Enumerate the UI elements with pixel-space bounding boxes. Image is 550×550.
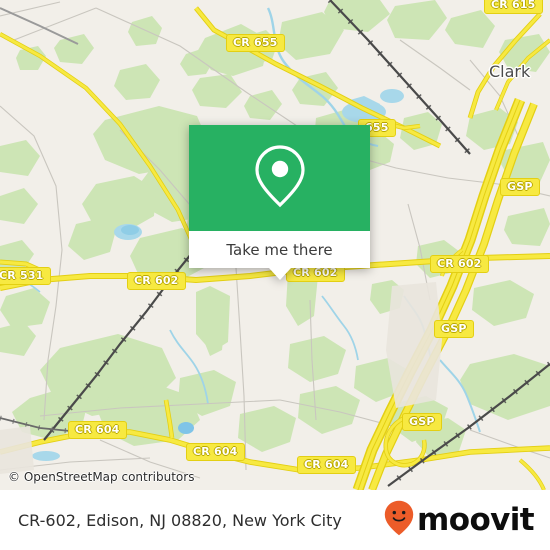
road-shield[interactable]: GSP (500, 178, 540, 196)
road-shield[interactable]: CR 615 (484, 0, 543, 14)
road-shield[interactable]: CR 604 (186, 443, 245, 461)
road-shield[interactable]: CR 602 (430, 255, 489, 273)
moovit-smiley-pin-icon (384, 500, 414, 541)
road-shield[interactable]: CR 531 (0, 267, 51, 285)
location-popup[interactable]: Take me there (189, 125, 370, 280)
road-shield[interactable]: CR 604 (68, 421, 127, 439)
map-canvas[interactable]: CR 655 CR 615 655 GSP CR 531 CR 602 CR 6… (0, 0, 550, 490)
road-shield[interactable]: GSP (402, 413, 442, 431)
footer-bar: CR-602, Edison, NJ 08820, New York City … (0, 490, 550, 550)
moovit-wordmark: moovit (417, 501, 535, 538)
address-label: CR-602, Edison, NJ 08820, New York City (18, 510, 342, 530)
location-pin-icon (252, 143, 308, 214)
moovit-brand[interactable]: moovit (384, 500, 535, 541)
road-shield[interactable]: CR 655 (226, 34, 285, 52)
moovit-map-screen: CR 655 CR 615 655 GSP CR 531 CR 602 CR 6… (0, 0, 550, 550)
popup-footer[interactable]: Take me there (189, 231, 370, 268)
place-label-clark: Clark (489, 62, 531, 81)
map-attribution[interactable]: © OpenStreetMap contributors (8, 470, 194, 484)
road-shield[interactable]: CR 602 (127, 272, 186, 290)
popup-header (189, 125, 370, 231)
take-me-there-label: Take me there (226, 240, 333, 259)
road-shield[interactable]: GSP (434, 320, 474, 338)
road-shield[interactable]: CR 604 (297, 456, 356, 474)
popup-tail-arrow (268, 268, 291, 280)
